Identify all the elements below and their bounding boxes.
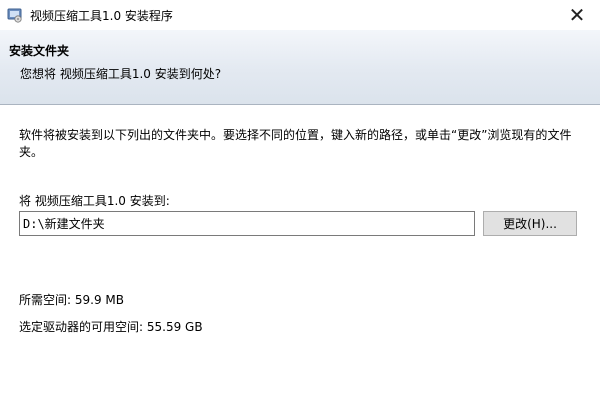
title-bar: 视频压缩工具1.0 安装程序 ✕ <box>0 0 600 30</box>
instructions-text: 软件将被安装到以下列出的文件夹中。要选择不同的位置，键入新的路径，或单击“更改”… <box>19 128 572 159</box>
destination-path-input[interactable] <box>19 211 475 236</box>
wizard-header: 安装文件夹 您想将 视频压缩工具1.0 安装到何处? <box>0 30 600 105</box>
space-available-text: 选定驱动器的可用空间: 55.59 GB <box>19 320 203 334</box>
destination-label: 将 视频压缩工具1.0 安装到: <box>19 194 170 208</box>
close-button[interactable]: ✕ <box>554 0 600 30</box>
close-icon: ✕ <box>568 3 586 27</box>
space-required-text: 所需空间: 59.9 MB <box>19 293 124 307</box>
change-folder-button[interactable]: 更改(H)... <box>483 211 577 236</box>
page-title: 安装文件夹 <box>9 44 70 58</box>
window-title: 视频压缩工具1.0 安装程序 <box>30 9 173 23</box>
installer-icon <box>7 7 23 23</box>
page-subtitle: 您想将 视频压缩工具1.0 安装到何处? <box>20 67 222 81</box>
